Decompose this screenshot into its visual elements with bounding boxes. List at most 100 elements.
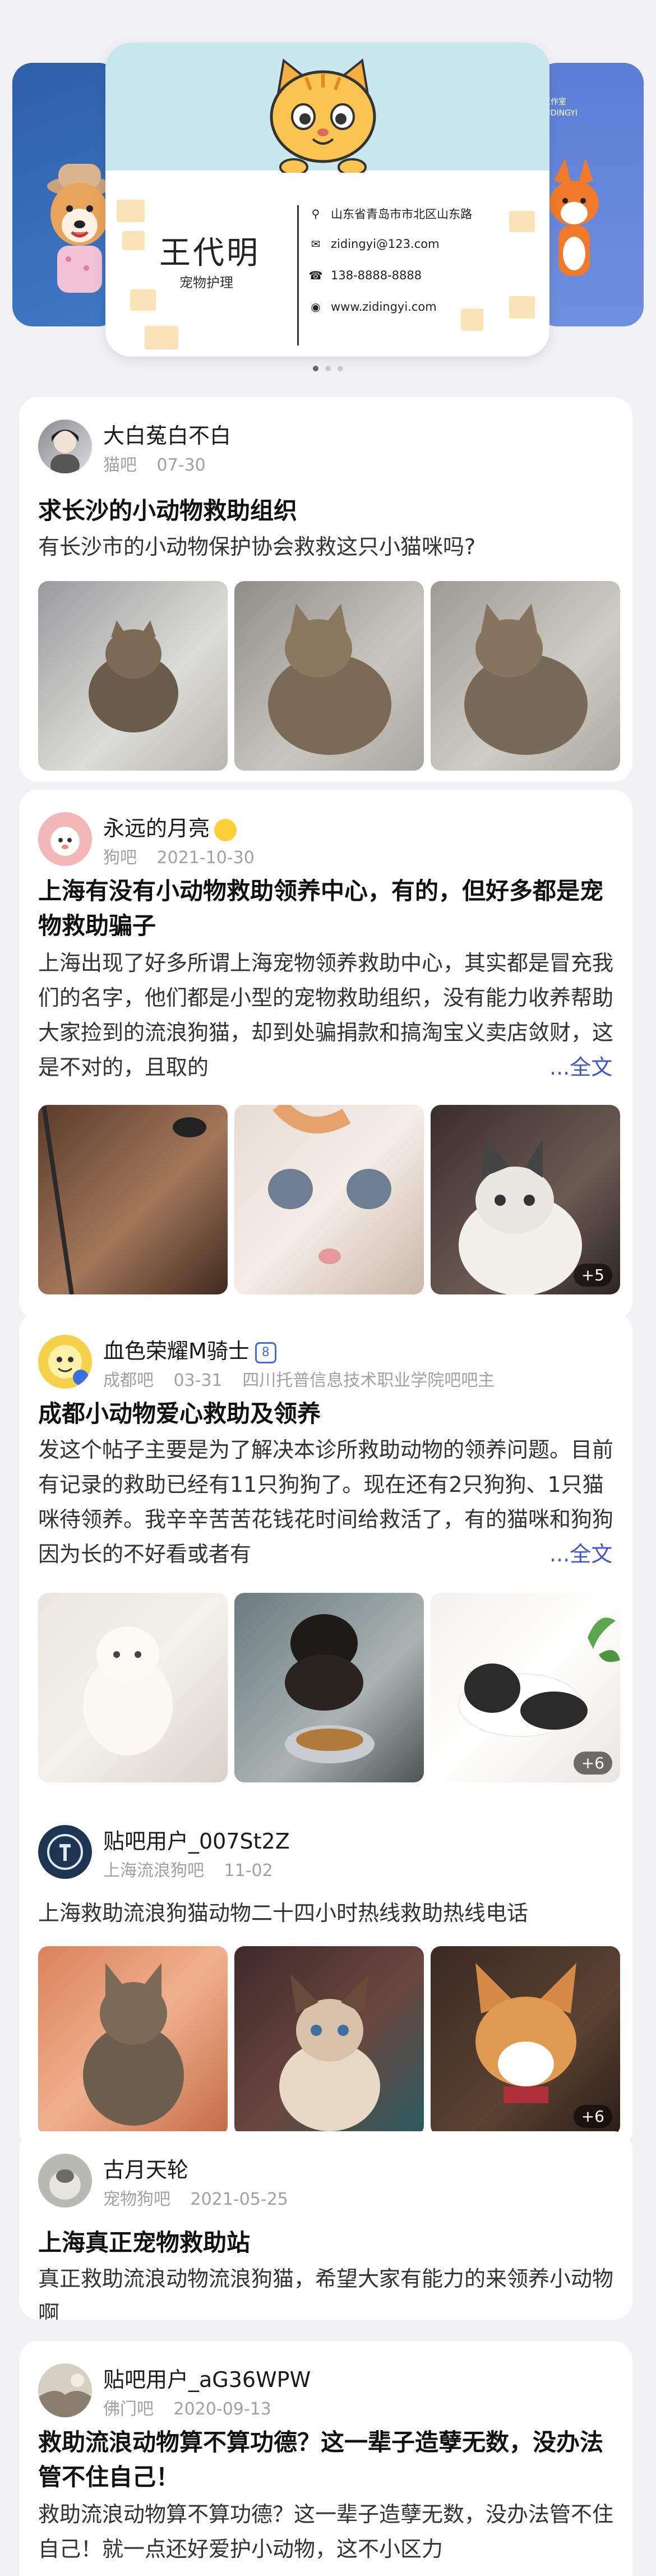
carousel-dot[interactable]: [313, 366, 318, 371]
read-more-link[interactable]: ...全文: [546, 1050, 613, 1085]
banner-card-previous[interactable]: [12, 63, 119, 326]
avatar[interactable]: [38, 2363, 92, 2417]
post-card[interactable]: 古月天轮 宠物狗吧 2021-05-25 上海真正宠物救助站 真正救助流浪动物流…: [19, 2131, 632, 2320]
post-username[interactable]: 贴吧用户_007St2Z: [103, 1824, 290, 1855]
post-content[interactable]: 上海出现了好多所谓上海宠物领养救助中心，其实都是冒充我们的名字，他们都是小型的宠…: [38, 946, 616, 1085]
mail-icon: ✉: [311, 237, 321, 251]
post-content[interactable]: 上海救助流浪狗猫动物二十四小时热线救助热线电话: [38, 1896, 616, 1930]
decor-square: [509, 211, 535, 232]
puppy-photo: [83, 1626, 173, 1755]
post-forum[interactable]: 狗吧: [103, 848, 137, 868]
avatar-image: [38, 2374, 92, 2417]
tabby-kitten-photo: [83, 1963, 184, 2126]
post-date: 2020-09-13: [173, 2399, 271, 2419]
post-forum[interactable]: 佛门吧: [103, 2399, 154, 2419]
post-title[interactable]: 上海有没有小动物救助领养中心，有的，但好多都是宠物救助骗子: [38, 874, 616, 943]
card-divider: [297, 205, 299, 345]
post-content[interactable]: 有长沙市的小动物保护协会救救这只小猫咪吗?: [38, 529, 616, 564]
post-meta: 猫吧 07-30: [103, 451, 220, 476]
post-meta: 狗吧 2021-10-30: [103, 844, 269, 868]
card-role: 宠物护理: [179, 275, 233, 291]
post-image[interactable]: [38, 1105, 228, 1294]
post-username[interactable]: 大白菟白不白: [103, 418, 231, 449]
user-title: 四川托普信息技术职业学院吧吧主: [242, 1371, 495, 1390]
post-images: +6: [38, 1946, 620, 2136]
post-image[interactable]: [38, 581, 228, 771]
post-card[interactable]: 永远的月亮 狗吧 2021-10-30 上海有没有小动物救助领养中心，有的，但好…: [19, 790, 632, 1320]
post-image[interactable]: +5: [431, 1105, 620, 1294]
decor-square: [122, 231, 145, 250]
post-images: +6: [38, 1593, 620, 1782]
post-card[interactable]: 大白菟白不白 猫吧 07-30 求长沙的小动物救助组织 有长沙市的小动物保护协会…: [19, 397, 632, 782]
business-card-banner[interactable]: 工作室 ZIDINGYI 王代明 宠物护理 ⚲ 山东省青岛市市北区山东路 ✉ z…: [0, 0, 656, 381]
post-image[interactable]: +6: [431, 1946, 620, 2136]
post-username-text: 永远的月亮: [103, 816, 210, 841]
avatar-image: [49, 2169, 81, 2200]
post-forum[interactable]: 上海流浪狗吧: [103, 1861, 204, 1881]
avatar-image: [48, 1345, 89, 1385]
carousel-dot[interactable]: [325, 366, 331, 371]
post-card[interactable]: 贴吧用户_007St2Z 上海流浪狗吧 11-02 上海救助流浪狗猫动物二十四小…: [19, 1803, 632, 2149]
post-card[interactable]: 血色荣耀M骑士 8 成都吧 03-31 四川托普信息技术职业学院吧吧主 成都小动物…: [19, 1312, 632, 1841]
business-card[interactable]: 王代明 宠物护理 ⚲ 山东省青岛市市北区山东路 ✉ zidingyi@123.c…: [105, 43, 549, 357]
post-content[interactable]: 救助流浪动物算不算功德？这一辈子造孽无数，没办法管不住自己！就一点还好爱护小动物…: [38, 2497, 616, 2566]
globe-icon: ◉: [311, 300, 321, 314]
kitten-photo: [464, 603, 588, 755]
avatar[interactable]: [38, 1335, 92, 1389]
avatar[interactable]: [38, 1825, 92, 1879]
post-content-text: 上海出现了好多所谓上海宠物领养救助中心，其实都是冒充我们的名字，他们都是小型的宠…: [38, 951, 614, 1080]
decor-square: [509, 296, 535, 319]
post-images: [38, 581, 620, 771]
post-date: 2021-05-25: [190, 2190, 288, 2209]
post-card[interactable]: 贴吧用户_aG36WPW 佛门吧 2020-09-13 救助流浪动物算不算功德？…: [19, 2341, 632, 2576]
contact-email: ✉ zidingyi@123.com: [308, 237, 440, 251]
post-title[interactable]: 求长沙的小动物救助组织: [38, 494, 616, 528]
post-username[interactable]: 血色荣耀M骑士 8: [103, 1334, 276, 1365]
post-username-text: 血色荣耀M骑士: [103, 1339, 250, 1363]
post-forum[interactable]: 猫吧: [103, 455, 137, 475]
contact-phone-text: 138-8888-8888: [331, 269, 422, 282]
post-image[interactable]: [234, 1105, 424, 1294]
post-content[interactable]: 发这个帖子主要是为了解决本诊所救助动物的领养问题。目前有记录的救助已经有11只狗…: [38, 1432, 616, 1572]
post-image[interactable]: [234, 1593, 424, 1782]
post-title[interactable]: 成都小动物爱心救助及领养: [38, 1397, 616, 1431]
banner-card-next[interactable]: 工作室 ZIDINGYI: [537, 63, 644, 326]
carousel-dot[interactable]: [338, 366, 343, 371]
avatar[interactable]: [38, 2154, 92, 2208]
post-image[interactable]: [234, 1946, 424, 2136]
post-meta: 上海流浪狗吧 11-02: [103, 1856, 288, 1881]
post-image[interactable]: [431, 581, 620, 771]
post-title[interactable]: 上海真正宠物救助站: [38, 2225, 616, 2260]
card-name: 王代明: [159, 235, 260, 271]
post-image[interactable]: +6: [431, 1593, 620, 1782]
contact-address-text: 山东省青岛市市北区山东路: [331, 208, 472, 221]
contact-website: ◉ www.zidingyi.com: [308, 299, 436, 314]
post-forum[interactable]: 宠物狗吧: [103, 2190, 170, 2209]
more-images-badge[interactable]: +6: [573, 2105, 612, 2128]
post-image[interactable]: [38, 1946, 228, 2136]
post-content[interactable]: 真正救助流浪动物流浪狗猫，希望大家有能力的来领养小动物啊: [38, 2261, 616, 2320]
user-level-badge: 8: [255, 1342, 276, 1363]
cat-illustration: [270, 58, 376, 173]
post-date: 03-31: [173, 1371, 223, 1390]
read-more-link[interactable]: ...全文: [546, 1537, 613, 1572]
post-image[interactable]: [234, 581, 424, 771]
more-images-badge[interactable]: +5: [573, 1264, 612, 1287]
avatar[interactable]: [38, 812, 92, 866]
location-icon: ⚲: [311, 207, 320, 220]
cat-face-photo: [268, 1105, 391, 1264]
carousel-indicator[interactable]: [0, 366, 656, 371]
post-date: 2021-10-30: [156, 848, 255, 868]
post-title[interactable]: 救助流浪动物算不算功德？这一辈子造孽无数，没办法管不住自己！: [38, 2425, 616, 2495]
more-images-badge[interactable]: +6: [573, 1752, 612, 1775]
avatar-image: [47, 1834, 83, 1870]
post-image[interactable]: [38, 1593, 228, 1782]
decor-square: [145, 326, 178, 349]
dog-closeup-photo: [41, 1105, 206, 1294]
avatar[interactable]: [38, 420, 92, 473]
post-username[interactable]: 贴吧用户_aG36WPW: [103, 2362, 311, 2393]
post-username[interactable]: 古月天轮: [103, 2153, 188, 2183]
post-username[interactable]: 永远的月亮: [103, 811, 237, 842]
phone-icon: ☎: [308, 269, 323, 282]
post-forum[interactable]: 成都吧: [103, 1371, 154, 1390]
